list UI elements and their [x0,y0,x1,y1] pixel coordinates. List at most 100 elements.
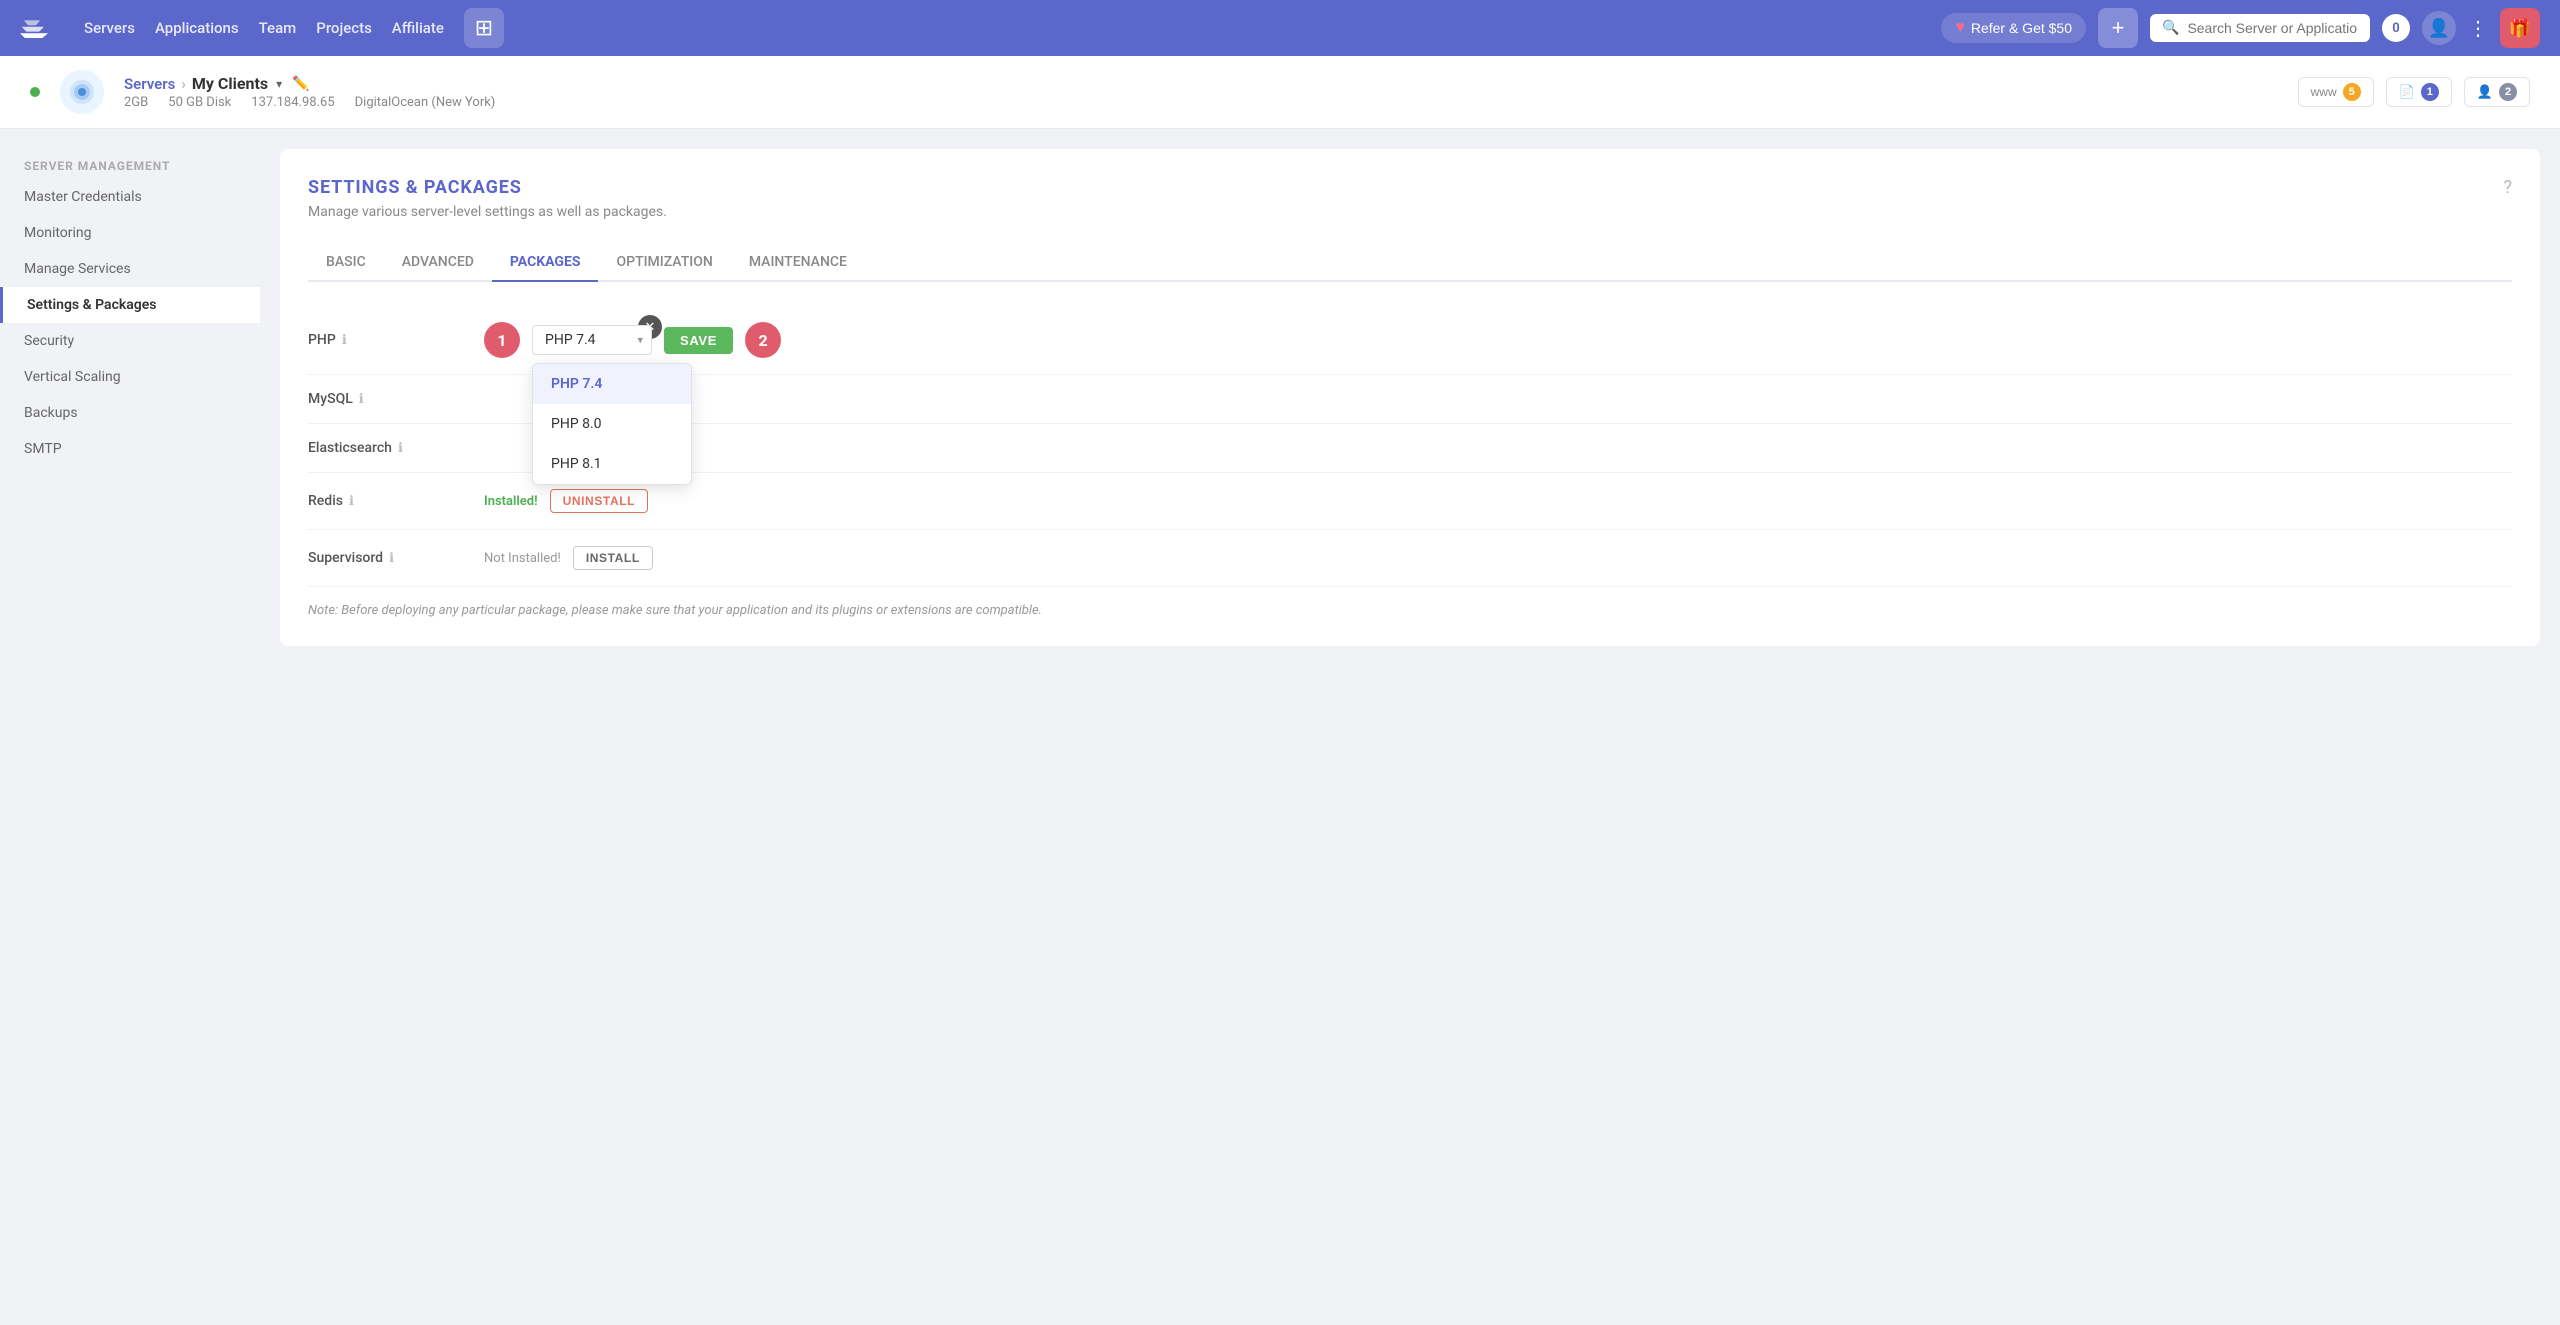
php-option-80[interactable]: PHP 8.0 [533,404,691,444]
supervisord-status: Not Installed! [484,551,561,566]
sidebar-item-smtp[interactable]: SMTP [0,431,260,467]
page-subtitle: Manage various server-level settings as … [308,204,2512,220]
php-option-81[interactable]: PHP 8.1 [533,444,691,484]
content-area: SETTINGS & PACKAGES Manage various serve… [260,129,2560,1324]
refer-button[interactable]: ♥ Refer & Get $50 [1941,13,2086,43]
breadcrumb-servers-link[interactable]: Servers [124,75,175,93]
supervisord-package-row: Supervisord ℹ Not Installed! INSTALL [308,530,2512,587]
redis-control: Installed! UNINSTALL [484,489,2512,513]
page-title: SETTINGS & PACKAGES [308,177,2512,198]
elasticsearch-info-icon[interactable]: ℹ [398,441,403,456]
user-icon: 👤 [2477,84,2493,100]
server-dropdown-icon[interactable]: ▾ [276,77,282,91]
main-layout: Server Management Master Credentials Mon… [0,129,2560,1324]
server-details: Servers › My Clients ▾ ✏️ 2GB 50 GB Disk… [124,74,495,110]
tab-basic[interactable]: BASIC [308,244,384,282]
packages-grid: PHP ℹ 1 ✕ PHP 7.4 ▾ [308,306,2512,587]
nav-projects[interactable]: Projects [316,19,372,37]
nav-links: Servers Applications Team Projects Affil… [84,8,504,48]
tabs: BASIC ADVANCED PACKAGES OPTIMIZATION MAI… [308,244,2512,282]
server-actions: www 5 📄 1 👤 2 [2298,77,2530,107]
logo[interactable] [20,14,60,42]
supervisord-info-icon[interactable]: ℹ [389,551,394,566]
redis-status: Installed! [484,494,538,509]
redis-label: Redis ℹ [308,493,468,509]
php-label: PHP ℹ [308,332,468,348]
nav-servers[interactable]: Servers [84,19,135,37]
php-info-icon[interactable]: ℹ [342,333,347,348]
mysql-info-icon[interactable]: ℹ [359,392,364,407]
content-card: SETTINGS & PACKAGES Manage various serve… [280,149,2540,646]
files-stats-button[interactable]: 📄 1 [2386,77,2452,107]
nav-applications[interactable]: Applications [155,19,239,37]
tab-maintenance[interactable]: MAINTENANCE [731,244,865,282]
packages-note: Note: Before deploying any particular pa… [308,603,2512,618]
server-meta: 2GB 50 GB Disk 137.184.98.65 DigitalOcea… [124,95,495,110]
top-nav: Servers Applications Team Projects Affil… [0,0,2560,56]
server-ram: 2GB [124,95,148,110]
breadcrumb-separator: › [181,75,186,93]
gift-button[interactable]: 🎁 [2500,8,2540,48]
www-icon: www [2311,85,2337,99]
sidebar-item-backups[interactable]: Backups [0,395,260,431]
supervisord-install-button[interactable]: INSTALL [573,546,653,570]
refer-label: Refer & Get $50 [1971,20,2072,36]
help-icon[interactable]: ? [2503,177,2512,198]
user-avatar-button[interactable]: 👤 [2422,11,2456,45]
php-package-row: PHP ℹ 1 ✕ PHP 7.4 ▾ [308,306,2512,375]
php-control: 1 ✕ PHP 7.4 ▾ PHP 7.4 [484,322,2512,358]
search-icon: 🔍 [2162,20,2179,36]
server-bar: Servers › My Clients ▾ ✏️ 2GB 50 GB Disk… [0,56,2560,129]
elasticsearch-label: Elasticsearch ℹ [308,440,468,456]
mysql-label: MySQL ℹ [308,391,468,407]
server-ip: 137.184.98.65 [251,95,334,110]
server-name: My Clients [192,74,268,93]
php-dropdown-container: ✕ PHP 7.4 ▾ PHP 7.4 PHP 8.0 PHP 8.1 [532,325,652,355]
user-count-badge: 2 [2499,83,2517,101]
tab-advanced[interactable]: ADVANCED [384,244,492,282]
more-options-button[interactable]: ⋮ [2468,16,2488,41]
server-disk: 50 GB Disk [168,95,231,110]
php-selected-value: PHP 7.4 [545,332,596,348]
supervisord-label: Supervisord ℹ [308,550,468,566]
file-icon: 📄 [2399,84,2415,100]
redis-info-icon[interactable]: ℹ [349,494,354,509]
breadcrumb: Servers › My Clients ▾ ✏️ [124,74,495,93]
grid-button[interactable]: ⊞ [464,8,504,48]
redis-uninstall-button[interactable]: UNINSTALL [550,489,649,513]
heart-icon: ♥ [1955,19,1965,37]
file-count-badge: 1 [2421,83,2439,101]
nav-right: ♥ Refer & Get $50 + 🔍 0 👤 ⋮ 🎁 [1941,8,2540,48]
tab-packages[interactable]: PACKAGES [492,244,599,282]
supervisord-control: Not Installed! INSTALL [484,546,2512,570]
search-input[interactable] [2187,20,2358,36]
php-option-74[interactable]: PHP 7.4 [533,364,691,404]
server-status-dot [30,87,40,97]
sidebar-item-monitoring[interactable]: Monitoring [0,215,260,251]
sidebar: Server Management Master Credentials Mon… [0,129,260,1324]
tab-optimization[interactable]: OPTIMIZATION [598,244,730,282]
php-step-1: 1 [484,322,520,358]
php-dropdown-popup: PHP 7.4 PHP 8.0 PHP 8.1 [532,363,692,485]
nav-team[interactable]: Team [259,19,297,37]
notification-badge[interactable]: 0 [2382,14,2410,42]
nav-affiliate[interactable]: Affiliate [392,19,444,37]
php-save-button[interactable]: SAVE [664,327,733,354]
sidebar-item-settings-packages[interactable]: Settings & Packages [0,287,260,323]
sidebar-item-master-credentials[interactable]: Master Credentials [0,179,260,215]
add-button[interactable]: + [2098,8,2138,48]
search-container: 🔍 [2150,14,2370,42]
sidebar-section-title: Server Management [0,149,260,179]
sidebar-item-vertical-scaling[interactable]: Vertical Scaling [0,359,260,395]
php-version-select[interactable]: PHP 7.4 ▾ [532,325,652,355]
www-stats-button[interactable]: www 5 [2298,77,2374,107]
php-row-wrapper: 1 ✕ PHP 7.4 ▾ PHP 7.4 [484,322,781,358]
php-step-2: 2 [745,322,781,358]
sidebar-item-manage-services[interactable]: Manage Services [0,251,260,287]
edit-server-icon[interactable]: ✏️ [292,76,309,92]
users-stats-button[interactable]: 👤 2 [2464,77,2530,107]
sidebar-item-security[interactable]: Security [0,323,260,359]
server-provider: DigitalOcean (New York) [355,95,496,110]
server-logo [60,70,104,114]
www-count-badge: 5 [2343,83,2361,101]
